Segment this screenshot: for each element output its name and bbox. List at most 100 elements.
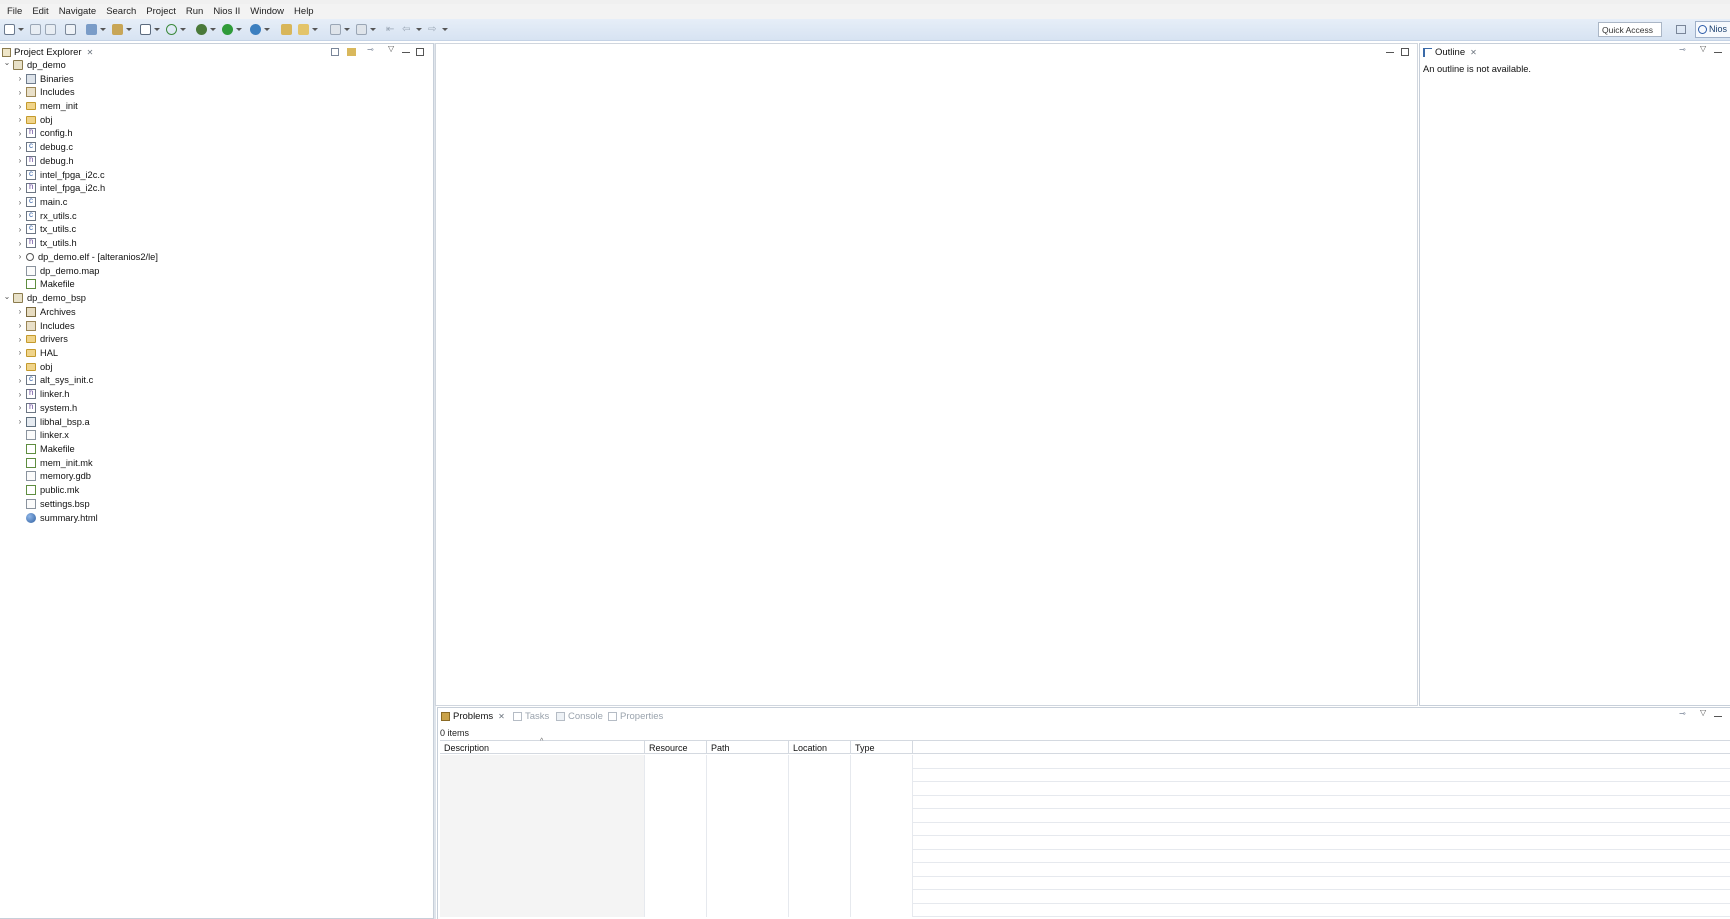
collapsed-chevron-icon[interactable]: ›: [16, 307, 24, 316]
forward-icon[interactable]: ⇨: [428, 24, 439, 35]
close-icon[interactable]: ✕: [1470, 48, 1477, 57]
tree-item[interactable]: › intel_fpga_i2c.h: [16, 181, 105, 195]
collapsed-chevron-icon[interactable]: ›: [16, 376, 24, 385]
debug-dropdown-icon[interactable]: [210, 28, 216, 31]
open-dropdown-icon[interactable]: [126, 28, 132, 31]
next-annotation-icon[interactable]: [330, 24, 341, 35]
collapsed-chevron-icon[interactable]: ›: [16, 252, 24, 261]
column-resource[interactable]: Resource: [645, 741, 707, 754]
focus-icon[interactable]: ⊸: [367, 45, 376, 54]
tree-project-node[interactable]: ⌄ dp_demo: [3, 58, 66, 72]
collapsed-chevron-icon[interactable]: ›: [16, 143, 24, 152]
tree-item[interactable]: › dp_demo.elf - [alteranios2/le]: [16, 250, 158, 264]
tree-item[interactable]: › intel_fpga_i2c.c: [16, 168, 105, 182]
collapsed-chevron-icon[interactable]: ›: [16, 362, 24, 371]
view-menu-icon[interactable]: ▽: [1700, 44, 1708, 53]
tree-item[interactable]: › linker.h: [16, 387, 69, 401]
focus-icon[interactable]: ⊸: [1679, 45, 1688, 54]
menu-help[interactable]: Help: [289, 6, 319, 17]
tree-item[interactable]: › libhal_bsp.a: [16, 415, 90, 429]
collapsed-chevron-icon[interactable]: ›: [16, 88, 24, 97]
tree-item[interactable]: › main.c: [16, 195, 67, 209]
collapsed-chevron-icon[interactable]: ›: [16, 239, 24, 248]
new-dropdown-icon[interactable]: [18, 28, 24, 31]
save-icon[interactable]: [30, 24, 41, 35]
tree-item[interactable]: › obj: [16, 113, 53, 127]
collapsed-chevron-icon[interactable]: ›: [16, 211, 24, 220]
maximize-icon[interactable]: [416, 48, 424, 56]
menu-nios-ii[interactable]: Nios II: [208, 6, 245, 17]
tree-item[interactable]: › rx_utils.c: [16, 209, 77, 223]
build-icon[interactable]: [86, 24, 97, 35]
tree-item[interactable]: › HAL: [16, 346, 58, 360]
focus-icon[interactable]: ⊸: [1679, 709, 1688, 718]
tree-item[interactable]: summary.html: [16, 511, 98, 525]
tree-item[interactable]: › Archives: [16, 305, 76, 319]
open-type-icon[interactable]: [281, 24, 292, 35]
debug-icon[interactable]: [196, 24, 207, 35]
run-icon[interactable]: [222, 24, 233, 35]
back-icon[interactable]: ⇦: [402, 24, 413, 35]
collapsed-chevron-icon[interactable]: ›: [16, 417, 24, 426]
open-perspective-icon[interactable]: [1676, 25, 1686, 34]
editor-minimize-icon[interactable]: [1386, 48, 1394, 53]
menu-run[interactable]: Run: [181, 6, 208, 17]
collapse-all-icon[interactable]: [331, 48, 339, 56]
tree-item[interactable]: › mem_init: [16, 99, 78, 113]
view-menu-icon[interactable]: ▽: [1700, 708, 1708, 717]
external-tools-icon[interactable]: [250, 24, 261, 35]
tree-item[interactable]: linker.x: [16, 428, 69, 442]
minimize-icon[interactable]: [1714, 48, 1722, 53]
column-description[interactable]: Description ^: [440, 738, 645, 754]
editor-area[interactable]: [435, 43, 1418, 706]
menu-file[interactable]: File: [2, 6, 27, 17]
tree-item[interactable]: › debug.c: [16, 140, 73, 154]
new-class-dropdown-icon[interactable]: [154, 28, 160, 31]
tab-console[interactable]: Console: [556, 709, 603, 724]
edit-icon[interactable]: [298, 24, 309, 35]
minimize-icon[interactable]: [402, 48, 410, 53]
tree-item[interactable]: › tx_utils.h: [16, 236, 77, 250]
menu-edit[interactable]: Edit: [27, 6, 53, 17]
collapsed-chevron-icon[interactable]: ›: [16, 102, 24, 111]
tree-item[interactable]: › Includes: [16, 85, 75, 99]
new-icon[interactable]: [4, 24, 15, 35]
tree-item[interactable]: › config.h: [16, 127, 73, 141]
column-path[interactable]: Path: [707, 741, 789, 754]
tree-item[interactable]: › Includes: [16, 319, 75, 333]
tree-item[interactable]: public.mk: [16, 483, 79, 497]
tree-item[interactable]: › obj: [16, 360, 53, 374]
collapsed-chevron-icon[interactable]: ›: [16, 403, 24, 412]
view-menu-icon[interactable]: ▽: [388, 44, 396, 53]
print-icon[interactable]: [65, 24, 76, 35]
collapsed-chevron-icon[interactable]: ›: [16, 225, 24, 234]
expanded-chevron-icon[interactable]: ⌄: [3, 58, 11, 67]
run-dropdown-icon[interactable]: [236, 28, 242, 31]
expanded-chevron-icon[interactable]: ⌄: [3, 292, 11, 301]
minimize-icon[interactable]: [1714, 712, 1722, 717]
prev-annotation-dropdown-icon[interactable]: [370, 28, 376, 31]
forward-dropdown-icon[interactable]: [442, 28, 448, 31]
collapsed-chevron-icon[interactable]: ›: [16, 321, 24, 330]
column-location[interactable]: Location: [789, 741, 851, 754]
close-icon[interactable]: ✕: [498, 712, 505, 721]
collapsed-chevron-icon[interactable]: ›: [16, 198, 24, 207]
collapsed-chevron-icon[interactable]: ›: [16, 390, 24, 399]
tree-item[interactable]: dp_demo.map: [16, 264, 99, 278]
tab-outline[interactable]: Outline ✕: [1423, 45, 1477, 60]
tree-item[interactable]: settings.bsp: [16, 497, 90, 511]
close-icon[interactable]: ✕: [87, 48, 94, 57]
tree-item[interactable]: › Binaries: [16, 72, 74, 86]
editor-maximize-icon[interactable]: [1401, 48, 1409, 56]
tree-item[interactable]: memory.gdb: [16, 470, 91, 484]
collapsed-chevron-icon[interactable]: ›: [16, 184, 24, 193]
link-with-editor-icon[interactable]: [347, 48, 356, 56]
next-annotation-dropdown-icon[interactable]: [344, 28, 350, 31]
last-edit-icon[interactable]: ⇤: [386, 24, 397, 35]
collapsed-chevron-icon[interactable]: ›: [16, 156, 24, 165]
menu-search[interactable]: Search: [101, 6, 141, 17]
edit-dropdown-icon[interactable]: [312, 28, 318, 31]
tree-item[interactable]: › drivers: [16, 332, 68, 346]
external-tools-dropdown-icon[interactable]: [264, 28, 270, 31]
collapsed-chevron-icon[interactable]: ›: [16, 335, 24, 344]
